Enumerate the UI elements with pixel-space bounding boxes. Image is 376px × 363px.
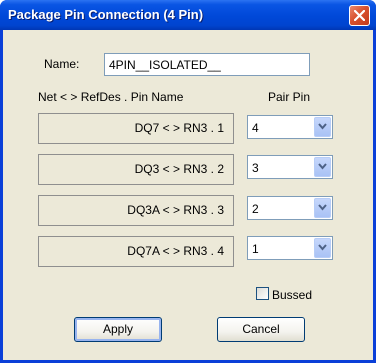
pair-pin-value-4: 1 [252,242,259,256]
name-label: Name: [44,57,80,71]
dropdown-button-2[interactable] [314,157,331,177]
bussed-label[interactable]: Bussed [272,288,312,302]
pair-pin-header: Pair Pin [268,90,311,104]
dialog-body: Name: Net < > RefDes . Pin Name Pair Pin… [3,30,373,360]
dropdown-button-1[interactable] [314,117,331,137]
name-input[interactable] [104,53,310,76]
pair-pin-value-2: 3 [252,161,259,175]
cancel-button[interactable]: Cancel [217,317,305,342]
bussed-checkbox[interactable] [256,287,269,300]
chevron-down-icon [318,204,327,211]
dropdown-button-4[interactable] [314,238,331,258]
dropdown-button-3[interactable] [314,198,331,218]
pin-connection-4: DQ7A < > RN3 . 4 [38,236,234,267]
pair-pin-select-1[interactable]: 4 [247,115,333,139]
pair-pin-select-3[interactable]: 2 [247,196,333,220]
close-button[interactable] [349,5,370,26]
apply-button[interactable]: Apply [74,317,162,342]
pin-connection-3: DQ3A < > RN3 . 3 [38,195,234,226]
window-title: Package Pin Connection (4 Pin) [8,7,204,22]
chevron-down-icon [318,244,327,251]
close-icon [354,10,365,21]
chevron-down-icon [318,123,327,130]
pair-pin-value-3: 2 [252,202,259,216]
dialog-window: Package Pin Connection (4 Pin) Name: Net… [0,0,376,363]
pair-pin-select-2[interactable]: 3 [247,155,333,179]
pair-pin-value-1: 4 [252,121,259,135]
pin-connection-2: DQ3 < > RN3 . 2 [38,154,234,185]
net-refdes-header: Net < > RefDes . Pin Name [38,90,184,104]
title-bar[interactable]: Package Pin Connection (4 Pin) [0,0,376,30]
pair-pin-select-4[interactable]: 1 [247,236,333,260]
pin-connection-1: DQ7 < > RN3 . 1 [38,113,234,144]
chevron-down-icon [318,163,327,170]
